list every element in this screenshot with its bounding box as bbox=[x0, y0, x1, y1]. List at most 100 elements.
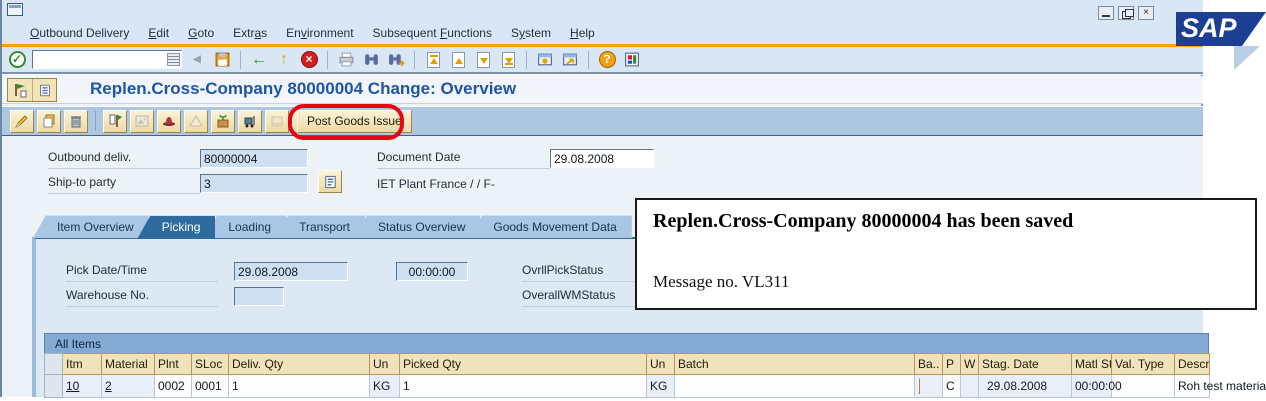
save-icon[interactable] bbox=[212, 50, 232, 70]
cell-description: Roh test material bbox=[1174, 374, 1266, 398]
document-date-label: Document Date bbox=[377, 150, 550, 169]
forklift-icon[interactable] bbox=[238, 109, 262, 133]
col-matl-sta[interactable]: Matl Sta.. bbox=[1071, 353, 1112, 375]
last-page-icon[interactable] bbox=[498, 50, 518, 70]
menu-bar: Outbound Delivery Edit Goto Extras Envir… bbox=[2, 22, 1203, 44]
menu-goto[interactable]: Goto bbox=[188, 26, 214, 40]
col-plnt[interactable]: Plnt bbox=[154, 353, 192, 375]
create-shortcut-icon[interactable] bbox=[560, 50, 580, 70]
menu-outbound-delivery[interactable]: Outbound Delivery bbox=[30, 26, 129, 40]
col-sloc[interactable]: SLoc bbox=[191, 353, 229, 375]
tab-picking[interactable]: Picking bbox=[137, 215, 216, 238]
pack-icon[interactable] bbox=[211, 109, 235, 133]
title-button-group bbox=[7, 78, 57, 102]
menu-system[interactable]: System bbox=[511, 26, 551, 40]
outbound-deliv-field[interactable]: 80000004 bbox=[200, 149, 308, 168]
col-picked-qty[interactable]: Picked Qty bbox=[399, 353, 647, 375]
tab-item-overview[interactable]: Item Overview bbox=[33, 215, 149, 238]
menu-edit[interactable]: Edit bbox=[148, 26, 169, 40]
command-history-icon[interactable] bbox=[167, 53, 180, 66]
cell-batch[interactable] bbox=[674, 374, 915, 398]
new-session-icon[interactable] bbox=[535, 50, 555, 70]
cell-un: KG bbox=[369, 374, 400, 398]
col-batch[interactable]: Batch bbox=[674, 353, 915, 375]
col-un[interactable]: Un bbox=[369, 353, 400, 375]
partner-details-icon[interactable] bbox=[318, 170, 342, 193]
col-un2[interactable]: Un bbox=[646, 353, 675, 375]
cell-p: C bbox=[942, 374, 961, 398]
col-description[interactable]: Description bbox=[1174, 353, 1210, 375]
menu-extras[interactable]: Extras bbox=[233, 26, 267, 40]
col-w[interactable]: W bbox=[960, 353, 979, 375]
restore-icon[interactable] bbox=[1118, 6, 1134, 20]
ship-to-party-field[interactable]: 3 bbox=[200, 174, 308, 193]
enter-icon[interactable]: ✓ bbox=[7, 50, 27, 70]
cell-picked-qty[interactable]: 1 bbox=[399, 374, 647, 398]
find-next-icon[interactable] bbox=[386, 50, 406, 70]
post-goods-issue-button[interactable]: Post Goods Issue bbox=[297, 110, 412, 133]
command-field-wrap bbox=[32, 50, 182, 69]
pick-time-field[interactable]: 00:00:00 bbox=[396, 262, 468, 281]
col-deliv-qty[interactable]: Deliv. Qty bbox=[228, 353, 370, 375]
warning-icon[interactable] bbox=[184, 109, 208, 133]
cell-itm[interactable]: 10 bbox=[62, 374, 102, 398]
help-icon[interactable]: ? bbox=[597, 50, 617, 70]
tab-status-overview[interactable]: Status Overview bbox=[354, 215, 481, 238]
toolbar-separator bbox=[95, 111, 96, 131]
back-icon[interactable]: ← bbox=[249, 50, 269, 70]
tab-loading[interactable]: Loading bbox=[204, 215, 287, 238]
copy-icon[interactable] bbox=[37, 109, 61, 133]
cell-w bbox=[960, 374, 979, 398]
ovrll-pick-status-label: OvrllPickStatus bbox=[522, 263, 652, 282]
application-toolbar bbox=[2, 107, 1203, 136]
pallet-icon[interactable] bbox=[265, 109, 289, 133]
window-system-icon[interactable] bbox=[7, 3, 23, 16]
col-stag-date[interactable]: Stag. Date bbox=[978, 353, 1072, 375]
next-page-icon[interactable] bbox=[473, 50, 493, 70]
document-date-field[interactable]: 29.08.2008 bbox=[550, 149, 654, 168]
cell-stag-date[interactable]: 29.08.2008 bbox=[978, 374, 1072, 398]
hat-icon[interactable] bbox=[157, 109, 181, 133]
flag-icon[interactable] bbox=[103, 109, 127, 133]
cancel-icon[interactable]: × bbox=[299, 50, 319, 70]
col-itm[interactable]: Itm bbox=[62, 353, 102, 375]
window-controls: × bbox=[1098, 6, 1154, 20]
mountain-icon[interactable] bbox=[130, 109, 154, 133]
close-icon[interactable]: × bbox=[1138, 6, 1154, 20]
items-table: Itm Material Plnt SLoc Deliv. Qty Un Pic… bbox=[44, 353, 1266, 398]
toolbar-separator bbox=[526, 50, 527, 69]
toolbar-separator bbox=[327, 50, 328, 69]
first-page-icon[interactable] bbox=[423, 50, 443, 70]
col-val-type[interactable]: Val. Type bbox=[1111, 353, 1175, 375]
pick-date-field[interactable]: 29.08.2008 bbox=[234, 262, 348, 281]
minimize-icon[interactable] bbox=[1098, 6, 1114, 20]
list-icon[interactable] bbox=[32, 79, 56, 101]
col-ba[interactable]: Ba.. bbox=[914, 353, 943, 375]
find-icon[interactable] bbox=[361, 50, 381, 70]
tab-goods-movement-data[interactable]: Goods Movement Data bbox=[469, 215, 632, 238]
warehouse-no-label: Warehouse No. bbox=[66, 288, 218, 307]
pencil-icon[interactable] bbox=[10, 109, 34, 133]
batch-split-button[interactable] bbox=[918, 378, 920, 394]
tab-transport[interactable]: Transport bbox=[275, 215, 365, 238]
menu-subsequent-functions[interactable]: Subsequent Functions bbox=[373, 26, 492, 40]
exit-icon[interactable]: ↑ bbox=[274, 50, 294, 70]
menu-environment[interactable]: Environment bbox=[286, 26, 353, 40]
menu-help[interactable]: Help bbox=[570, 26, 595, 40]
command-input[interactable] bbox=[32, 50, 182, 69]
cell-material[interactable]: 2 bbox=[101, 374, 155, 398]
col-material[interactable]: Material bbox=[101, 353, 155, 375]
cell-deliv-qty[interactable]: 1 bbox=[228, 374, 370, 398]
flag-doc-icon[interactable] bbox=[8, 79, 32, 101]
row-selector[interactable] bbox=[44, 374, 63, 398]
customize-layout-icon[interactable] bbox=[622, 50, 642, 70]
trash-icon[interactable] bbox=[64, 109, 88, 133]
all-items-grid: All Items Itm Material Plnt SLoc Deliv. … bbox=[44, 333, 1266, 398]
warehouse-no-field[interactable] bbox=[234, 287, 284, 306]
print-icon[interactable] bbox=[336, 50, 356, 70]
previous-page-icon[interactable] bbox=[448, 50, 468, 70]
select-all-header[interactable] bbox=[44, 353, 63, 375]
standard-toolbar: ✓ ◀ ← ↑ × ? bbox=[2, 47, 1203, 74]
col-p[interactable]: P bbox=[942, 353, 961, 375]
collapse-toolbar-icon[interactable]: ◀ bbox=[187, 50, 207, 70]
